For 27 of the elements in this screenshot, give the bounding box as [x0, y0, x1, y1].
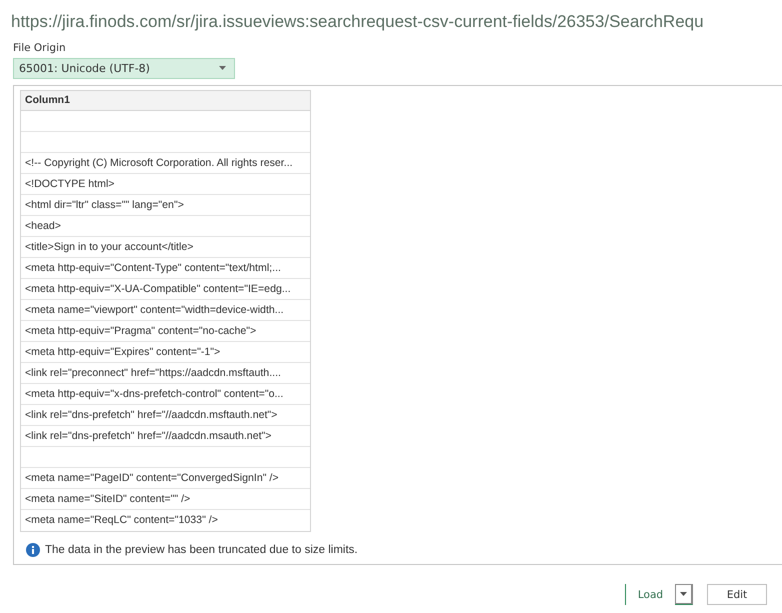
file-origin-dropdown[interactable]: 65001: Unicode (UTF-8)	[13, 58, 235, 79]
table-cell: <meta http-equiv="X-UA-Compatible" content="IE=edg...	[21, 278, 310, 300]
table-cell: <meta name="SiteID" content="" />	[21, 488, 310, 510]
table-cell: <html dir="ltr" class="" lang="en">	[21, 194, 310, 216]
column-header: Column1	[21, 90, 310, 111]
table-cell: <!DOCTYPE html>	[21, 174, 310, 195]
caret-icon	[680, 592, 687, 596]
table-cell: <head>	[21, 216, 310, 237]
truncation-notice: The data in the preview has been truncated due to size limits.	[45, 544, 358, 556]
table-cell: <link rel="preconnect" href="https://aadcdn.msftauth....	[21, 362, 310, 384]
table-cell: <meta name="viewport" content="width=device-width...	[21, 300, 310, 321]
table-cell: <!-- Copyright (C) Microsoft Corporation. All rights reser...	[21, 152, 310, 174]
caret-icon	[219, 66, 226, 70]
table-cell: <link rel="dns-prefetch" href="//aadcdn.msftauth.net">	[21, 404, 310, 426]
table-cell: <meta name="PageID" content="ConvergedSignIn" />	[21, 468, 310, 489]
table-cell: <title>Sign in to your account</title>	[21, 236, 310, 258]
table-cell: <meta http-equiv="Pragma" content="no-cache">	[21, 320, 310, 342]
table-cell: <meta http-equiv="x-dns-prefetch-control" content="o...	[21, 384, 310, 405]
table-cell: <meta http-equiv="Content-Type" content="text/html;...	[21, 258, 310, 279]
info-icon	[26, 542, 40, 557]
table-cell: <link rel="dns-prefetch" href="//aadcdn.msauth.net">	[21, 426, 310, 447]
table-cell-text: <meta name="ReqLC" content="1033" />	[24, 513, 219, 528]
edit-button[interactable]: Edit	[707, 584, 767, 606]
window-title: https://jira.finods.com/sr/jira.issueviews:searchrequest-csv-current-fields/26353/SearchRequ	[11, 10, 704, 33]
dropdown-button[interactable]	[675, 584, 692, 604]
field-label: File Origin	[13, 42, 67, 54]
table-cell: <meta http-equiv="Expires" content="-1">	[21, 342, 310, 363]
